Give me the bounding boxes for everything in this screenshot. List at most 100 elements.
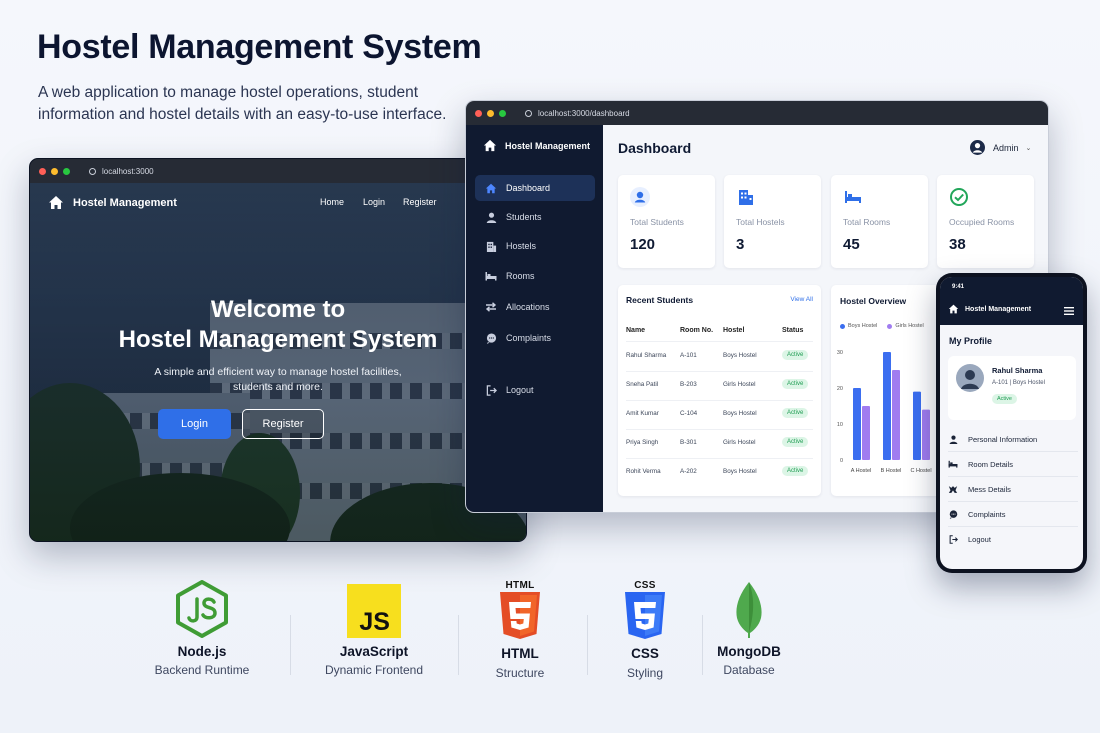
nav-home-link[interactable]: Home [320, 197, 344, 207]
search-icon [525, 109, 532, 117]
stat-value: 45 [843, 236, 860, 253]
stat-card-occupied[interactable]: Occupied Rooms 38 [937, 175, 1034, 268]
landing-brand[interactable]: Hostel Management [48, 195, 177, 210]
sidebar-item-students[interactable]: Students [475, 204, 595, 230]
tech-name: MongoDB [717, 644, 781, 659]
hero-tagline-line1: A simple and efficient way to manage hos… [154, 366, 402, 378]
cell-room: C-104 [680, 410, 698, 417]
logout-icon [485, 384, 497, 396]
y-tick-label: 30 [837, 350, 843, 356]
y-tick-label: 10 [837, 422, 843, 428]
hero-tagline: A simple and efficient way to manage hos… [30, 365, 526, 395]
utensils-icon [948, 484, 958, 494]
close-dot[interactable] [475, 109, 482, 117]
tech-html: HTML HTML Structure [455, 580, 585, 680]
phone-header: 9:41 Hostel Management [940, 277, 1083, 325]
phone-menu-complaints[interactable]: Complaints [948, 502, 1078, 527]
phone-menu-label: Personal Information [968, 434, 1038, 444]
cell-hostel: Boys Hostel [723, 352, 757, 359]
stat-card-rooms[interactable]: Total Rooms 45 [831, 175, 928, 268]
column-header[interactable]: Status [782, 327, 803, 334]
hamburger-menu-icon[interactable] [1064, 307, 1074, 315]
sidebar-brand[interactable]: Hostel Management [483, 139, 590, 152]
sidebar-item-label: Students [506, 212, 542, 222]
tech-desc: Backend Runtime [154, 663, 250, 677]
dashboard-title-bar: localhost:3000/dashboard [466, 101, 1048, 125]
cell-hostel: Boys Hostel [723, 410, 757, 417]
legend-label: Boys Hostel [848, 323, 878, 329]
check-circle-icon [950, 188, 968, 206]
hero-section: Hostel Management Home Login Register We… [30, 183, 526, 541]
chart-legend: Boys Hostel Girls Hostel [840, 323, 924, 329]
phone-menu-room[interactable]: Room Details [948, 452, 1078, 477]
user-icon [485, 211, 497, 223]
user-menu[interactable]: Admin ⌄ [970, 140, 1031, 155]
tech-name: Node.js [177, 644, 227, 659]
view-all-link[interactable]: View All [790, 296, 813, 303]
hero-register-button[interactable]: Register [242, 409, 324, 439]
legend-swatch [840, 323, 845, 329]
phone-menu-mess[interactable]: Mess Details [948, 477, 1078, 502]
hero-heading-line2: Hostel Management System [118, 326, 438, 353]
cell-name: Priya Singh [626, 439, 659, 446]
hero-login-button[interactable]: Login [158, 409, 231, 439]
cell-name: Sneha Patil [626, 381, 659, 388]
nav-register-link[interactable]: Register [403, 197, 437, 207]
column-header[interactable]: Hostel [723, 327, 744, 334]
dashboard-title: Dashboard [618, 140, 692, 156]
sidebar-item-label: Rooms [506, 271, 535, 281]
x-tick-label: B Hostel [881, 468, 902, 474]
landing-address-bar[interactable]: localhost:3000 [89, 167, 154, 176]
column-header[interactable]: Name [626, 327, 645, 334]
status-badge: Active [992, 394, 1017, 404]
avatar [956, 364, 984, 392]
stat-value: 120 [630, 236, 656, 253]
nav-login-link[interactable]: Login [363, 197, 385, 207]
hero-heading-line1: Welcome to [210, 296, 346, 323]
maximize-dot[interactable] [63, 167, 70, 175]
sidebar-item-complaints[interactable]: Complaints [475, 325, 595, 351]
sidebar-item-allocations[interactable]: Allocations [475, 294, 595, 320]
cell-name: Rahul Sharma [626, 352, 667, 359]
status-badge: Active [782, 350, 809, 360]
phone-menu-logout[interactable]: Logout [948, 527, 1078, 552]
minimize-dot[interactable] [487, 109, 494, 117]
legend-swatch [887, 323, 893, 329]
minimize-dot[interactable] [51, 167, 58, 175]
swap-icon [485, 301, 497, 313]
chevron-down-icon: ⌄ [1025, 144, 1032, 152]
column-header[interactable]: Room No. [680, 327, 713, 334]
sidebar-item-label: Dashboard [506, 183, 551, 193]
sidebar-item-dashboard[interactable]: Dashboard [475, 175, 595, 201]
sidebar-item-label: Hostels [506, 241, 537, 251]
landing-title-bar: localhost:3000 [30, 159, 526, 183]
stat-card-students[interactable]: Total Students 120 [618, 175, 715, 268]
svg-text:JS: JS [359, 608, 390, 636]
building-icon [739, 190, 753, 205]
chart-bar [862, 406, 870, 460]
cell-hostel: Girls Hostel [723, 381, 756, 388]
cell-room: A-202 [680, 468, 697, 475]
stat-card-hostels[interactable]: Total Hostels 3 [724, 175, 821, 268]
tech-desc: Dynamic Frontend [324, 663, 424, 677]
legend-label: Girls Hostel [895, 323, 924, 329]
maximize-dot[interactable] [499, 109, 506, 117]
dashboard-address-bar[interactable]: localhost:3000/dashboard [525, 109, 630, 118]
phone-brand[interactable]: Hostel Management [948, 304, 1031, 314]
phone-section-title: My Profile [949, 336, 993, 346]
cell-room: B-203 [680, 381, 697, 388]
tech-desc: Database [723, 663, 775, 677]
phone-menu-personal[interactable]: Personal Information [948, 427, 1078, 452]
tech-name: JavaScript [339, 644, 409, 659]
y-tick-label: 20 [837, 386, 843, 392]
sidebar-item-rooms[interactable]: Rooms [475, 263, 595, 289]
sidebar-item-label: Logout [506, 385, 534, 395]
chart-bar [922, 409, 930, 460]
sidebar-item-hostels[interactable]: Hostels [475, 233, 595, 259]
chat-icon [948, 509, 958, 519]
cell-name: Amit Kumar [626, 410, 659, 417]
close-dot[interactable] [39, 167, 46, 175]
tech-name: HTML [501, 646, 539, 661]
phone-menu-label: Room Details [968, 459, 1014, 469]
sidebar-item-logout[interactable]: Logout [475, 377, 595, 403]
